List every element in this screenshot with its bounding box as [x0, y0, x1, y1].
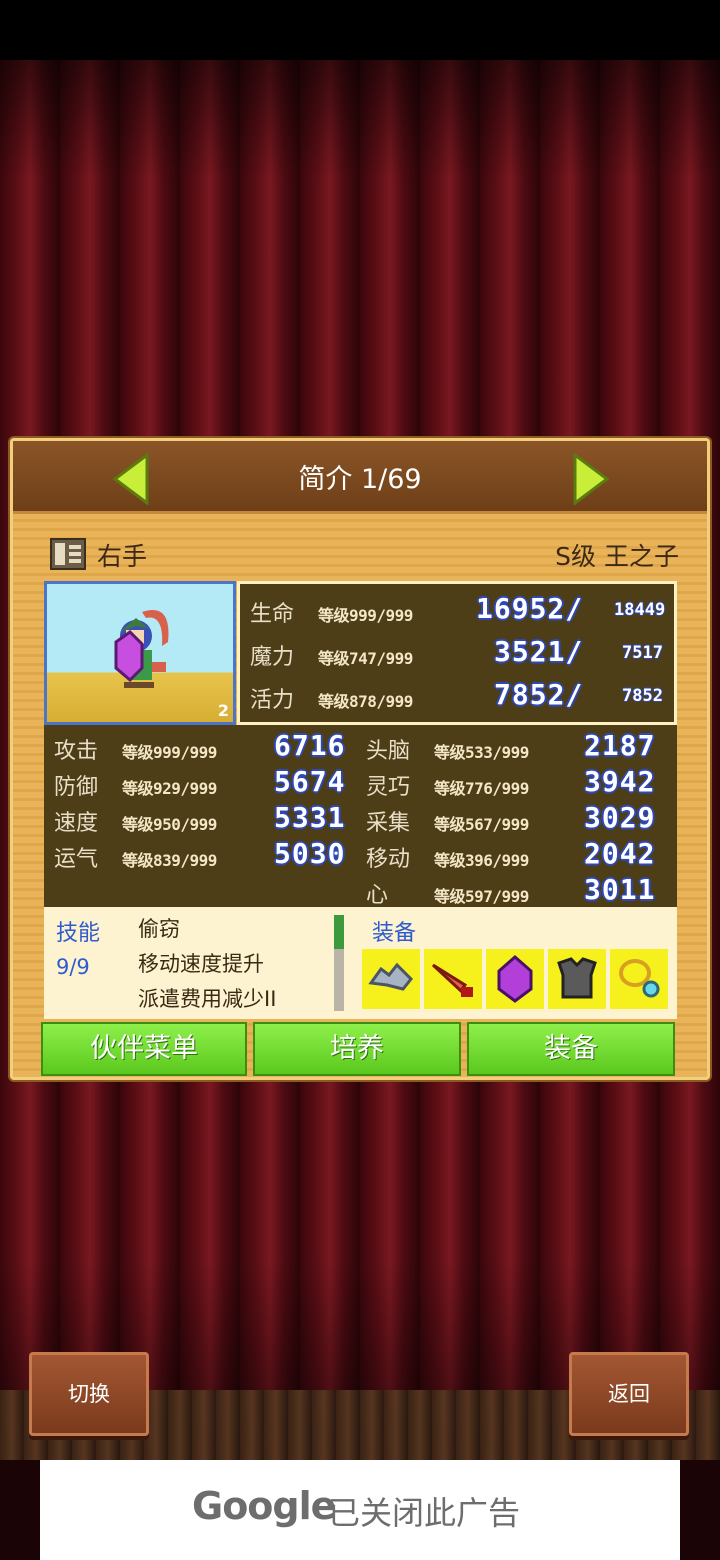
skills-title[interactable]: 技能 — [56, 915, 100, 947]
stat-value-heart: 3011 — [584, 873, 656, 906]
vital-max-hp: 18449 — [614, 600, 666, 620]
ad-banner[interactable]: Google 已关闭此广告 — [40, 1460, 680, 1560]
vital-max-stamina: 7852 — [622, 686, 663, 706]
equip-slot-accessory[interactable] — [486, 949, 544, 1009]
stat-level-intellect: 等级533/999 — [434, 743, 529, 762]
vital-level-stamina: 等级878/999 — [318, 692, 413, 711]
stat-level-defense: 等级929/999 — [122, 779, 217, 798]
gem-icon — [497, 955, 533, 1003]
stat-label-attack: 攻击 — [54, 739, 99, 764]
next-arrow-icon[interactable] — [573, 452, 610, 506]
profile-header: 简介 1/69 — [13, 441, 707, 514]
equip-button[interactable]: 装备 — [467, 1022, 675, 1076]
character-sprite-icon — [114, 610, 169, 688]
attributes-panel: 攻击 等级999/999 6716 防御 等级929/999 5674 速度 等… — [44, 725, 677, 908]
equip-slot-necklace[interactable] — [610, 949, 668, 1009]
status-bar — [0, 0, 720, 60]
skill-item[interactable]: 移动速度提升 — [138, 948, 264, 978]
stat-level-luck: 等级839/999 — [122, 851, 217, 870]
stat-label-gather: 采集 — [366, 811, 411, 836]
vital-level-mp: 等级747/999 — [318, 649, 413, 668]
stat-label-defense: 防御 — [54, 775, 99, 800]
party-level-badge: 2 — [197, 688, 286, 738]
vital-label-hp: 生命 — [250, 602, 295, 627]
stat-value-luck: 5030 — [274, 837, 346, 870]
stat-level-move: 等级396/999 — [434, 851, 529, 870]
vital-current-stamina: 7852/ — [494, 678, 584, 711]
character-portrait[interactable]: 2 — [44, 581, 286, 738]
equipment-title: 装备 — [372, 921, 417, 946]
stat-label-move: 移动 — [366, 847, 411, 872]
stat-value-defense: 5674 — [274, 765, 346, 798]
stat-value-move: 2042 — [584, 837, 656, 870]
equip-slot-weapon[interactable] — [424, 949, 482, 1009]
back-button[interactable]: 返回 — [569, 1352, 689, 1436]
vital-label-stamina: 活力 — [250, 688, 295, 713]
skills-scrollbar[interactable] — [334, 915, 344, 1011]
stat-level-heart: 等级597/999 — [434, 887, 529, 906]
train-button[interactable]: 培养 — [253, 1022, 461, 1076]
stat-label-luck: 运气 — [54, 847, 99, 872]
stat-level-attack: 等级999/999 — [122, 743, 217, 762]
skills-count: 9/9 — [56, 955, 90, 979]
rank-label: S级 王之子 — [555, 542, 679, 571]
role-label: 右手 — [97, 542, 148, 571]
gauntlet-icon — [368, 962, 414, 991]
switch-button[interactable]: 切换 — [29, 1352, 149, 1436]
vital-level-hp: 等级999/999 — [318, 606, 413, 625]
vitals-panel: 生命 等级999/999 16952/ 18449 魔力 等级747/999 3… — [237, 581, 677, 725]
vital-max-mp: 7517 — [622, 643, 663, 663]
stat-level-speed: 等级950/999 — [122, 815, 217, 834]
character-profile-panel: 简介 1/69 右手 S级 王之子 2 生命 等级999/999 16952/ … — [10, 438, 710, 1080]
google-logo: Google — [192, 1484, 336, 1528]
vital-label-mp: 魔力 — [250, 645, 295, 670]
stat-label-speed: 速度 — [54, 811, 99, 836]
stat-value-gather: 3029 — [584, 801, 656, 834]
sword-icon — [431, 963, 473, 997]
stat-level-dexterity: 等级776/999 — [434, 779, 529, 798]
equip-slot-gauntlet[interactable] — [362, 949, 420, 1009]
equip-slot-armor[interactable] — [548, 949, 606, 1009]
party-level: 2 — [217, 701, 229, 720]
companion-menu-button[interactable]: 伙伴菜单 — [41, 1022, 247, 1076]
ad-closed-text: 已关闭此广告 — [328, 1494, 521, 1532]
stat-label-intellect: 头脑 — [366, 739, 411, 764]
vital-current-mp: 3521/ — [494, 635, 584, 668]
stat-label-dexterity: 灵巧 — [366, 775, 411, 800]
character-name-row: 右手 S级 王之子 — [49, 535, 679, 575]
skill-item[interactable]: 偷窃 — [138, 913, 180, 943]
skills-equipment-panel: 技能 9/9 偷窃 移动速度提升 派遣费用减少II 装备 — [44, 907, 677, 1019]
stat-value-intellect: 2187 — [584, 729, 656, 762]
armor-icon — [557, 957, 597, 999]
stat-value-attack: 6716 — [274, 729, 346, 762]
skill-item[interactable]: 派遣费用减少II — [138, 983, 276, 1013]
role-card-icon — [49, 537, 87, 571]
stat-level-gather: 等级567/999 — [434, 815, 529, 834]
stat-value-dexterity: 3942 — [584, 765, 656, 798]
stat-value-speed: 5331 — [274, 801, 346, 834]
necklace-icon — [619, 959, 660, 998]
skills-scroll-thumb[interactable] — [334, 915, 344, 949]
stat-label-heart: 心 — [366, 883, 389, 908]
vital-current-hp: 16952/ — [476, 592, 584, 625]
